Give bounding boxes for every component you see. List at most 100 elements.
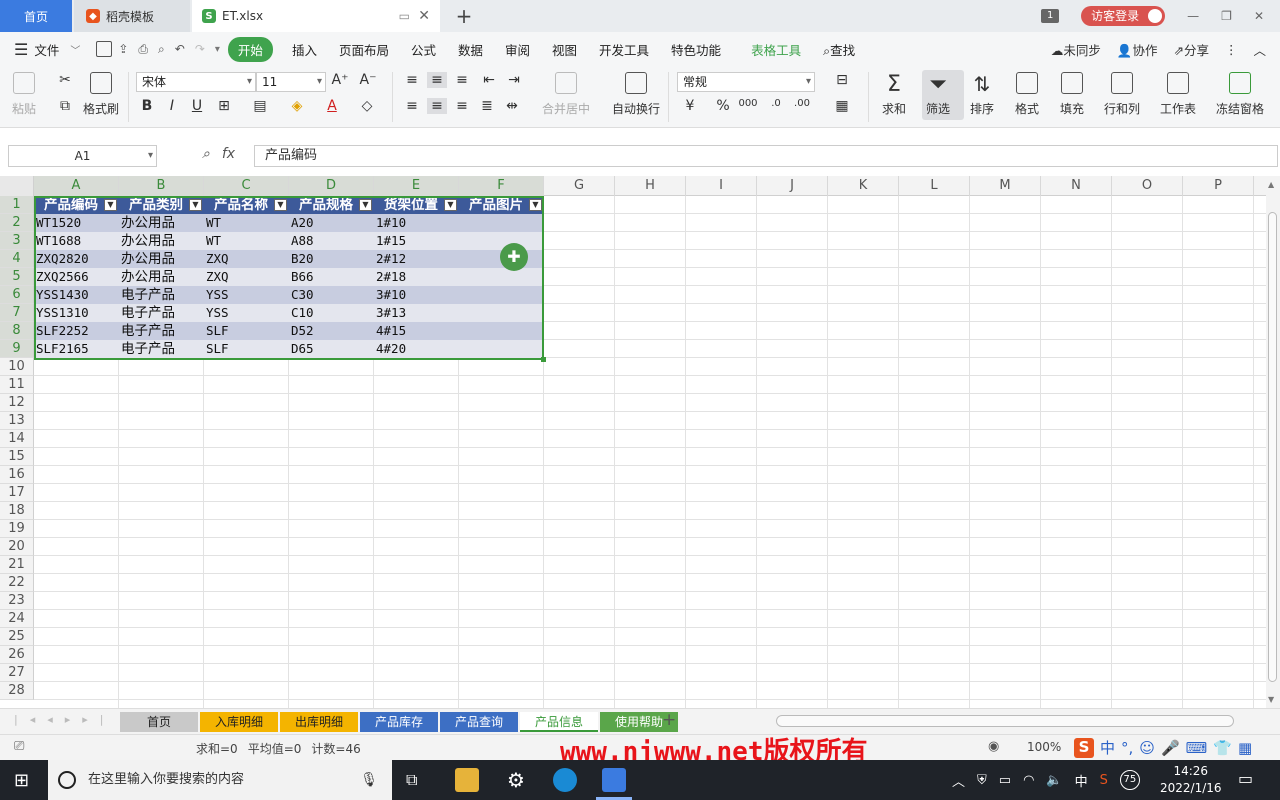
customize-icon[interactable]: ▾	[215, 44, 220, 55]
paste-button[interactable]: 粘贴	[12, 72, 36, 117]
emoji-icon[interactable]: ☺	[1139, 739, 1155, 757]
sogou-icon[interactable]: S	[1074, 737, 1094, 758]
border-icon[interactable]: ⊞	[214, 98, 234, 114]
row-header-27[interactable]: 27	[0, 664, 34, 682]
conditional-format-icon[interactable]: ⊟	[832, 72, 852, 88]
menu-insert[interactable]: 插入	[281, 40, 328, 59]
float-window-icon[interactable]: ▭	[399, 9, 410, 23]
volume-icon[interactable]: 🔈	[1046, 773, 1062, 788]
sync-status[interactable]: ☁未同步	[1051, 40, 1101, 59]
column-header-l[interactable]: L	[899, 176, 970, 196]
sheet-tab[interactable]: 产品查询	[440, 712, 518, 732]
row-header-18[interactable]: 18	[0, 502, 34, 520]
export-icon[interactable]: ⇪	[118, 42, 128, 56]
menu-developer[interactable]: 开发工具	[588, 40, 660, 59]
row-header-20[interactable]: 20	[0, 538, 34, 556]
cell-style-icon[interactable]: ▤	[250, 98, 270, 114]
eye-protect-icon[interactable]: ◉	[988, 739, 999, 754]
vertical-scrollbar[interactable]: ▲ ▼	[1266, 176, 1280, 708]
zoom-icon[interactable]: ⌕	[202, 146, 210, 162]
chevron-up-icon[interactable]: ︿	[952, 771, 965, 790]
menu-start[interactable]: 开始	[227, 36, 273, 62]
close-tab-icon[interactable]: ✕	[418, 8, 430, 24]
row-header-25[interactable]: 25	[0, 628, 34, 646]
merge-center-button[interactable]: 合并居中	[542, 72, 590, 117]
horizontal-scrollbar[interactable]	[776, 715, 1234, 727]
row-header-26[interactable]: 26	[0, 646, 34, 664]
row-header-21[interactable]: 21	[0, 556, 34, 574]
row-header-23[interactable]: 23	[0, 592, 34, 610]
row-header-19[interactable]: 19	[0, 520, 34, 538]
redo-icon[interactable]: ↷	[195, 42, 205, 56]
row-header-7[interactable]: 7	[0, 304, 34, 322]
column-header-p[interactable]: P	[1183, 176, 1254, 196]
column-header-m[interactable]: M	[970, 176, 1041, 196]
menu-features[interactable]: 特色功能	[660, 40, 732, 59]
font-color-icon[interactable]: A	[322, 98, 342, 114]
keyboard-icon[interactable]: ⌨	[1186, 739, 1208, 757]
indent-increase-icon[interactable]: ⇥	[504, 72, 524, 88]
align-center-icon[interactable]: ≡	[427, 98, 447, 114]
font-name-select[interactable]: 宋体	[136, 72, 256, 92]
task-view-icon[interactable]: ⧉	[406, 770, 417, 790]
row-header-13[interactable]: 13	[0, 412, 34, 430]
settings-icon[interactable]: ⚙	[504, 768, 528, 792]
increase-decimal-icon[interactable]: .0	[766, 98, 786, 109]
row-header-28[interactable]: 28	[0, 682, 34, 700]
mic-icon[interactable]: 🎙	[360, 760, 378, 800]
align-left-icon[interactable]: ≡	[402, 98, 422, 114]
tab-file[interactable]: S ET.xlsx ▭ ✕	[192, 0, 440, 32]
sogou-tray-icon[interactable]: S	[1100, 773, 1108, 788]
scroll-up-icon[interactable]: ▲	[1268, 180, 1274, 189]
column-header-f[interactable]: F	[459, 176, 544, 196]
row-header-2[interactable]: 2	[0, 214, 34, 232]
underline-icon[interactable]: U	[187, 98, 207, 114]
copy-icon[interactable]: ⧉	[55, 98, 75, 114]
battery-icon[interactable]: ▭	[999, 773, 1011, 788]
decrease-decimal-icon[interactable]: .00	[792, 98, 812, 109]
italic-icon[interactable]: I	[162, 98, 182, 114]
tab-home[interactable]: 首页	[0, 0, 72, 32]
row-header-10[interactable]: 10	[0, 358, 34, 376]
menu-data[interactable]: 数据	[447, 40, 494, 59]
collaborate-button[interactable]: 👤协作	[1117, 40, 1158, 59]
wrap-text-button[interactable]: 自动换行	[612, 72, 660, 117]
column-header-b[interactable]: B	[119, 176, 204, 196]
zoom-level[interactable]: 100%	[1027, 740, 1061, 754]
more-icon[interactable]: ⋮	[1225, 42, 1238, 57]
name-box[interactable]: A1	[8, 145, 157, 167]
row-header-9[interactable]: 9	[0, 340, 34, 358]
align-top-icon[interactable]: ≡	[402, 72, 422, 88]
ime-chinese-icon[interactable]: 中	[1100, 737, 1115, 758]
thousands-icon[interactable]: 000	[738, 98, 758, 109]
formula-input[interactable]: 产品编码	[254, 145, 1278, 167]
table-style-icon[interactable]: ▦	[832, 98, 852, 114]
column-header-h[interactable]: H	[615, 176, 686, 196]
wps-icon[interactable]	[602, 768, 626, 792]
row-header-24[interactable]: 24	[0, 610, 34, 628]
fill-handle[interactable]	[541, 357, 546, 362]
vertical-scroll-thumb[interactable]	[1268, 212, 1277, 682]
sheet-tab[interactable]: 产品信息	[520, 712, 598, 732]
wifi-icon[interactable]: ◠	[1023, 773, 1034, 788]
row-header-15[interactable]: 15	[0, 448, 34, 466]
column-header-a[interactable]: A	[34, 176, 119, 196]
print-icon[interactable]: ⎙	[138, 42, 148, 57]
column-header-e[interactable]: E	[374, 176, 459, 196]
row-header-17[interactable]: 17	[0, 484, 34, 502]
number-format-select[interactable]: 常规	[677, 72, 815, 92]
sheet-tab[interactable]: 出库明细	[280, 712, 358, 732]
column-header-j[interactable]: J	[757, 176, 828, 196]
taskbar-search[interactable]: 在这里输入你要搜索的内容 🎙	[48, 760, 392, 800]
row-header-3[interactable]: 3	[0, 232, 34, 250]
menu-page-layout[interactable]: 页面布局	[328, 40, 400, 59]
column-header-g[interactable]: G	[544, 176, 615, 196]
row-header-22[interactable]: 22	[0, 574, 34, 592]
sheet-tab[interactable]: 入库明细	[200, 712, 278, 732]
skin-icon[interactable]: 👕	[1213, 739, 1232, 757]
menu-table-tools[interactable]: 表格工具	[740, 40, 812, 59]
sheet-tab[interactable]: 首页	[120, 712, 198, 732]
menu-file[interactable]: 文件	[28, 40, 70, 59]
sheet-nav-icons[interactable]: |◂◂▸▸|	[14, 713, 116, 726]
column-header-o[interactable]: O	[1112, 176, 1183, 196]
